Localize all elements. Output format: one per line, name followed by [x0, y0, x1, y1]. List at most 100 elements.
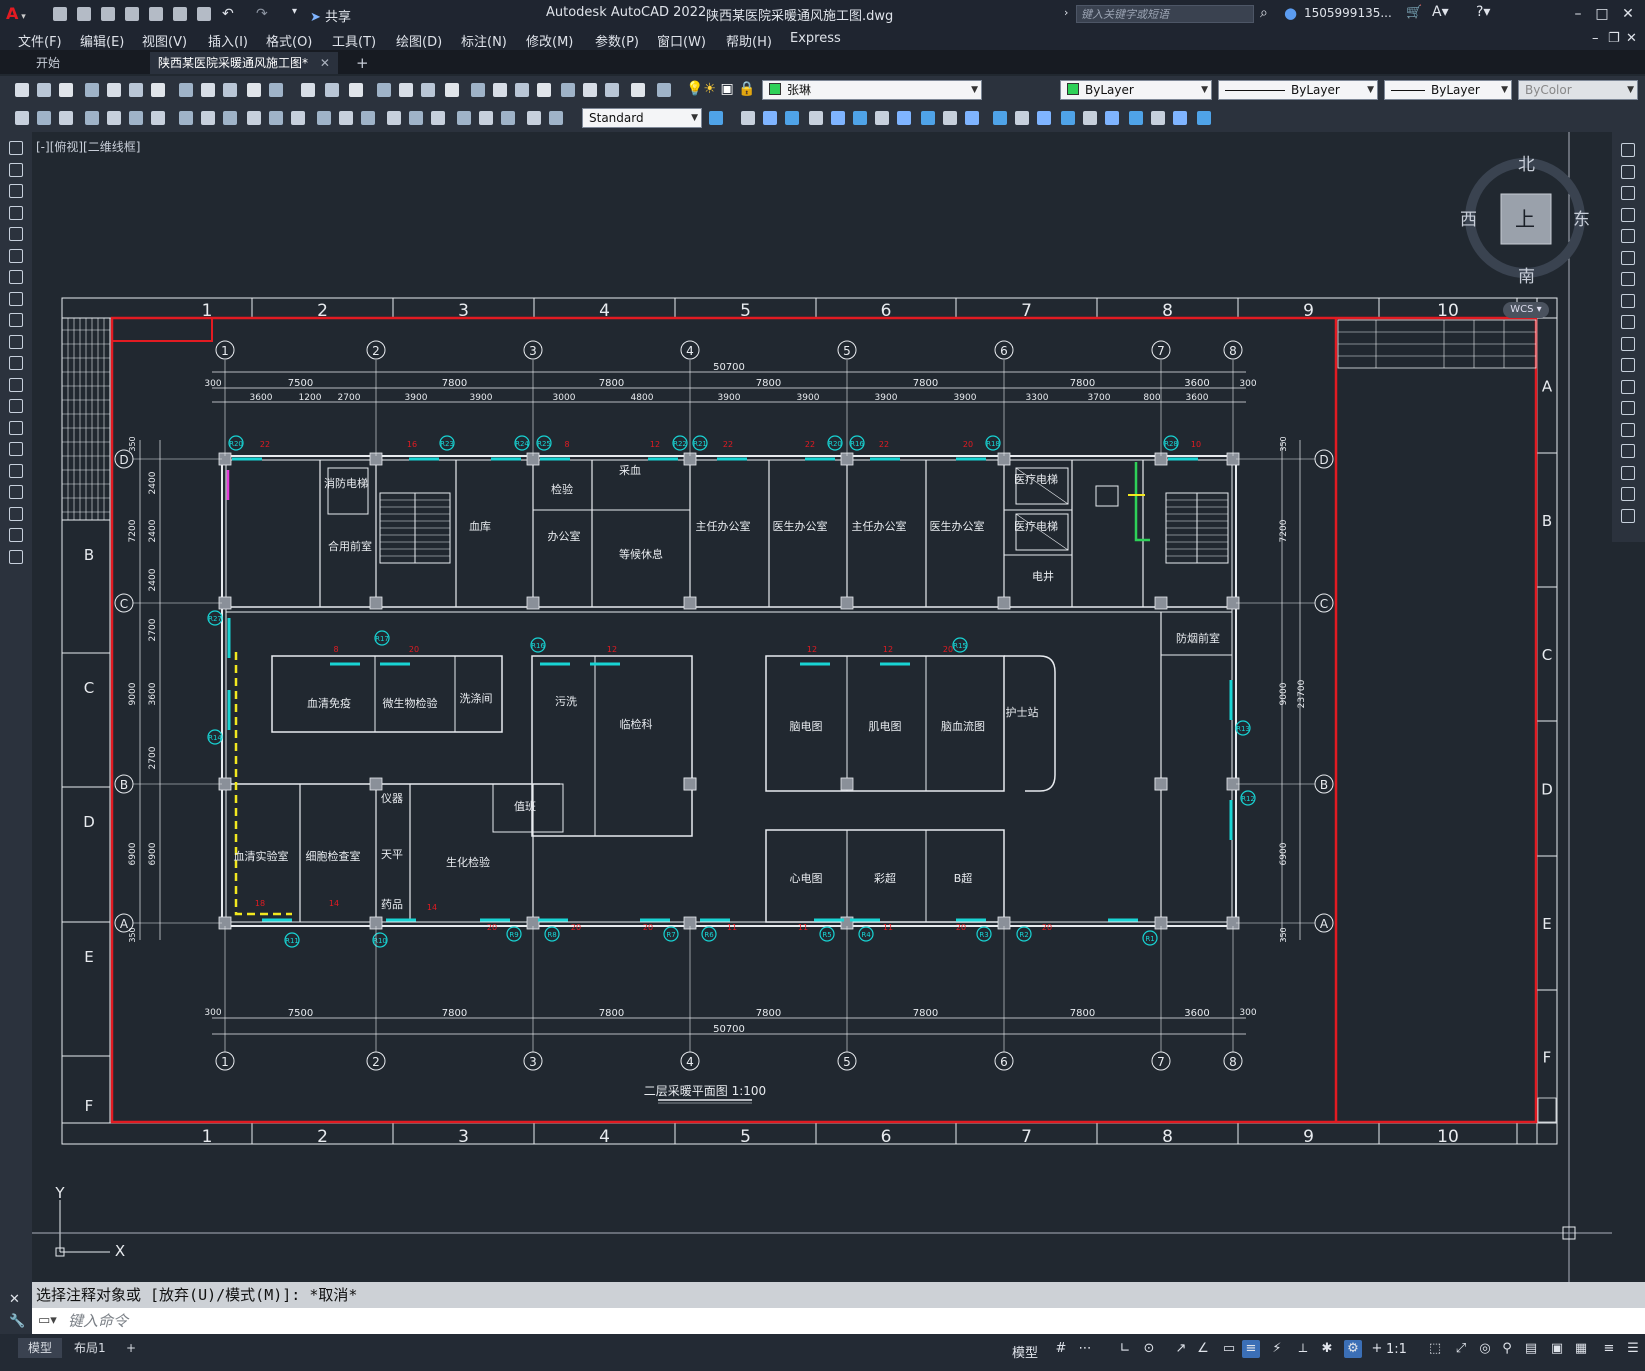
toolbar1-27-icon[interactable]	[630, 82, 646, 98]
toolbar1-13-icon[interactable]	[300, 82, 316, 98]
status-toggle-21-icon[interactable]: ≡	[1600, 1340, 1618, 1358]
annotation-scale[interactable]: 1:1	[1386, 1342, 1407, 1357]
new-layout-icon[interactable]: +	[116, 1338, 146, 1358]
modify-tool-7-icon[interactable]	[1620, 271, 1636, 287]
undo-icon[interactable]: ↶	[222, 6, 238, 22]
menu-dimension[interactable]: 标注(N)	[461, 31, 507, 50]
modify-tool-2-icon[interactable]	[1620, 164, 1636, 180]
toolbar1-2-icon[interactable]	[36, 82, 52, 98]
doc-restore-icon[interactable]: ❐	[1608, 31, 1620, 46]
draw-tool-6-icon[interactable]	[8, 248, 24, 264]
status-toggle-20-icon[interactable]: ▦	[1572, 1340, 1590, 1358]
toolbar3-16-icon[interactable]	[1060, 110, 1076, 126]
draw-tool-18-icon[interactable]	[8, 506, 24, 522]
plot-icon[interactable]	[196, 6, 212, 22]
status-toggle-13-icon[interactable]: +	[1368, 1340, 1386, 1358]
modify-tool-5-icon[interactable]	[1620, 228, 1636, 244]
draw-tool-1-icon[interactable]	[8, 140, 24, 156]
modify-tool-12-icon[interactable]	[1620, 379, 1636, 395]
layout-tab-layout1[interactable]: 布局1	[64, 1338, 116, 1358]
draw-tool-3-icon[interactable]	[8, 183, 24, 199]
toolbar2-22-icon[interactable]	[500, 110, 516, 126]
toolbar1-20-icon[interactable]	[470, 82, 486, 98]
status-toggle-4-icon[interactable]: ⊙	[1140, 1340, 1158, 1358]
toolbar3-19-icon[interactable]	[1128, 110, 1144, 126]
command-input[interactable]: ▭▾ 键入命令	[32, 1308, 1645, 1334]
status-toggle-12-icon[interactable]: ⚙	[1344, 1340, 1362, 1358]
draw-tool-17-icon[interactable]	[8, 484, 24, 500]
toolbar3-7-icon[interactable]	[852, 110, 868, 126]
toolbar1-3-icon[interactable]	[58, 82, 74, 98]
draw-tool-2-icon[interactable]	[8, 162, 24, 178]
draw-tool-12-icon[interactable]	[8, 377, 24, 393]
toolbar3-15-icon[interactable]	[1036, 110, 1052, 126]
user-account[interactable]: 1505999135...	[1304, 6, 1392, 20]
menu-parametric[interactable]: 参数(P)	[595, 31, 639, 50]
toolbar2-21-icon[interactable]	[478, 110, 494, 126]
toolbar1-25-icon[interactable]	[582, 82, 598, 98]
toolbar3-12-icon[interactable]	[964, 110, 980, 126]
toolbar1-11-icon[interactable]	[246, 82, 262, 98]
toolbar1-14-icon[interactable]	[324, 82, 340, 98]
toolbar3-3-icon[interactable]	[762, 110, 778, 126]
menu-draw[interactable]: 绘图(D)	[396, 31, 442, 50]
draw-tool-4-icon[interactable]	[8, 205, 24, 221]
menu-tools[interactable]: 工具(T)	[332, 31, 376, 50]
layout-tab-model[interactable]: 模型	[18, 1338, 63, 1358]
modify-tool-17-icon[interactable]	[1620, 486, 1636, 502]
viewcube-top-face[interactable]: 上	[1515, 203, 1535, 232]
toolbar1-10-icon[interactable]	[222, 82, 238, 98]
toolbar2-11-icon[interactable]	[246, 110, 262, 126]
maximize-icon[interactable]: □	[1592, 4, 1612, 24]
toolbar2-7-icon[interactable]	[150, 110, 166, 126]
menu-express[interactable]: Express	[790, 31, 841, 46]
status-toggle-10-icon[interactable]: ⟂	[1294, 1340, 1312, 1358]
lineweight-dropdown[interactable]: ByLayer ▼	[1384, 80, 1512, 100]
toolbar2-23-icon[interactable]	[526, 110, 542, 126]
toolbar2-3-icon[interactable]	[58, 110, 74, 126]
toolbar2-20-icon[interactable]	[456, 110, 472, 126]
status-toggle-7-icon[interactable]: ▭	[1220, 1340, 1238, 1358]
command-line-handle[interactable]: ✕ 🔧	[0, 1282, 32, 1334]
layer-state-icons[interactable]: 💡☀ ▣ 🔒	[686, 81, 756, 97]
menu-help[interactable]: 帮助(H)	[726, 31, 772, 50]
status-toggle-17-icon[interactable]: ⚲	[1498, 1340, 1516, 1358]
toolbar2-1-icon[interactable]	[14, 110, 30, 126]
toolbar1-22-icon[interactable]	[514, 82, 530, 98]
wcs-menu[interactable]: WCS ▾	[1503, 302, 1549, 318]
draw-tool-13-icon[interactable]	[8, 398, 24, 414]
modify-tool-11-icon[interactable]	[1620, 357, 1636, 373]
toolbar1-21-icon[interactable]	[492, 82, 508, 98]
search-icon[interactable]: ⌕	[1260, 5, 1268, 21]
toolbar3-1-icon[interactable]	[708, 110, 724, 126]
toolbar1-7-icon[interactable]	[150, 82, 166, 98]
status-toggle-8-icon[interactable]: ≡	[1242, 1340, 1260, 1358]
toolbar1-16-icon[interactable]	[376, 82, 392, 98]
modify-tool-16-icon[interactable]	[1620, 465, 1636, 481]
toolbar1-8-icon[interactable]	[178, 82, 194, 98]
toolbar3-21-icon[interactable]	[1172, 110, 1188, 126]
draw-tool-8-icon[interactable]	[8, 291, 24, 307]
toolbar3-8-icon[interactable]	[874, 110, 890, 126]
toolbar2-5-icon[interactable]	[106, 110, 122, 126]
command-close-icon[interactable]: ✕	[9, 1292, 20, 1307]
share-button[interactable]: ➤ 共享	[310, 6, 351, 25]
status-toggle-22-icon[interactable]: ☰	[1624, 1340, 1642, 1358]
save-as-icon[interactable]	[124, 6, 140, 22]
toolbar1-23-icon[interactable]	[536, 82, 552, 98]
toolbar3-9-icon[interactable]	[896, 110, 912, 126]
viewcube-east[interactable]: 东	[1573, 205, 1590, 230]
tab-close-icon[interactable]: ✕	[320, 56, 330, 70]
toolbar3-14-icon[interactable]	[1014, 110, 1030, 126]
toolbar1-6-icon[interactable]	[128, 82, 144, 98]
toolbar3-11-icon[interactable]	[942, 110, 958, 126]
modify-tool-15-icon[interactable]	[1620, 443, 1636, 459]
menu-format[interactable]: 格式(O)	[266, 31, 312, 50]
viewcube[interactable]: 北 南 西 东 上	[1460, 150, 1590, 287]
save-icon[interactable]	[100, 6, 116, 22]
toolbar1-4-icon[interactable]	[84, 82, 100, 98]
status-toggle-18-icon[interactable]: ▤	[1522, 1340, 1540, 1358]
status-toggle-14-icon[interactable]: ⬚	[1426, 1340, 1444, 1358]
toolbar2-4-icon[interactable]	[84, 110, 100, 126]
layer-dropdown[interactable]: 张琳 ▼	[762, 80, 982, 100]
